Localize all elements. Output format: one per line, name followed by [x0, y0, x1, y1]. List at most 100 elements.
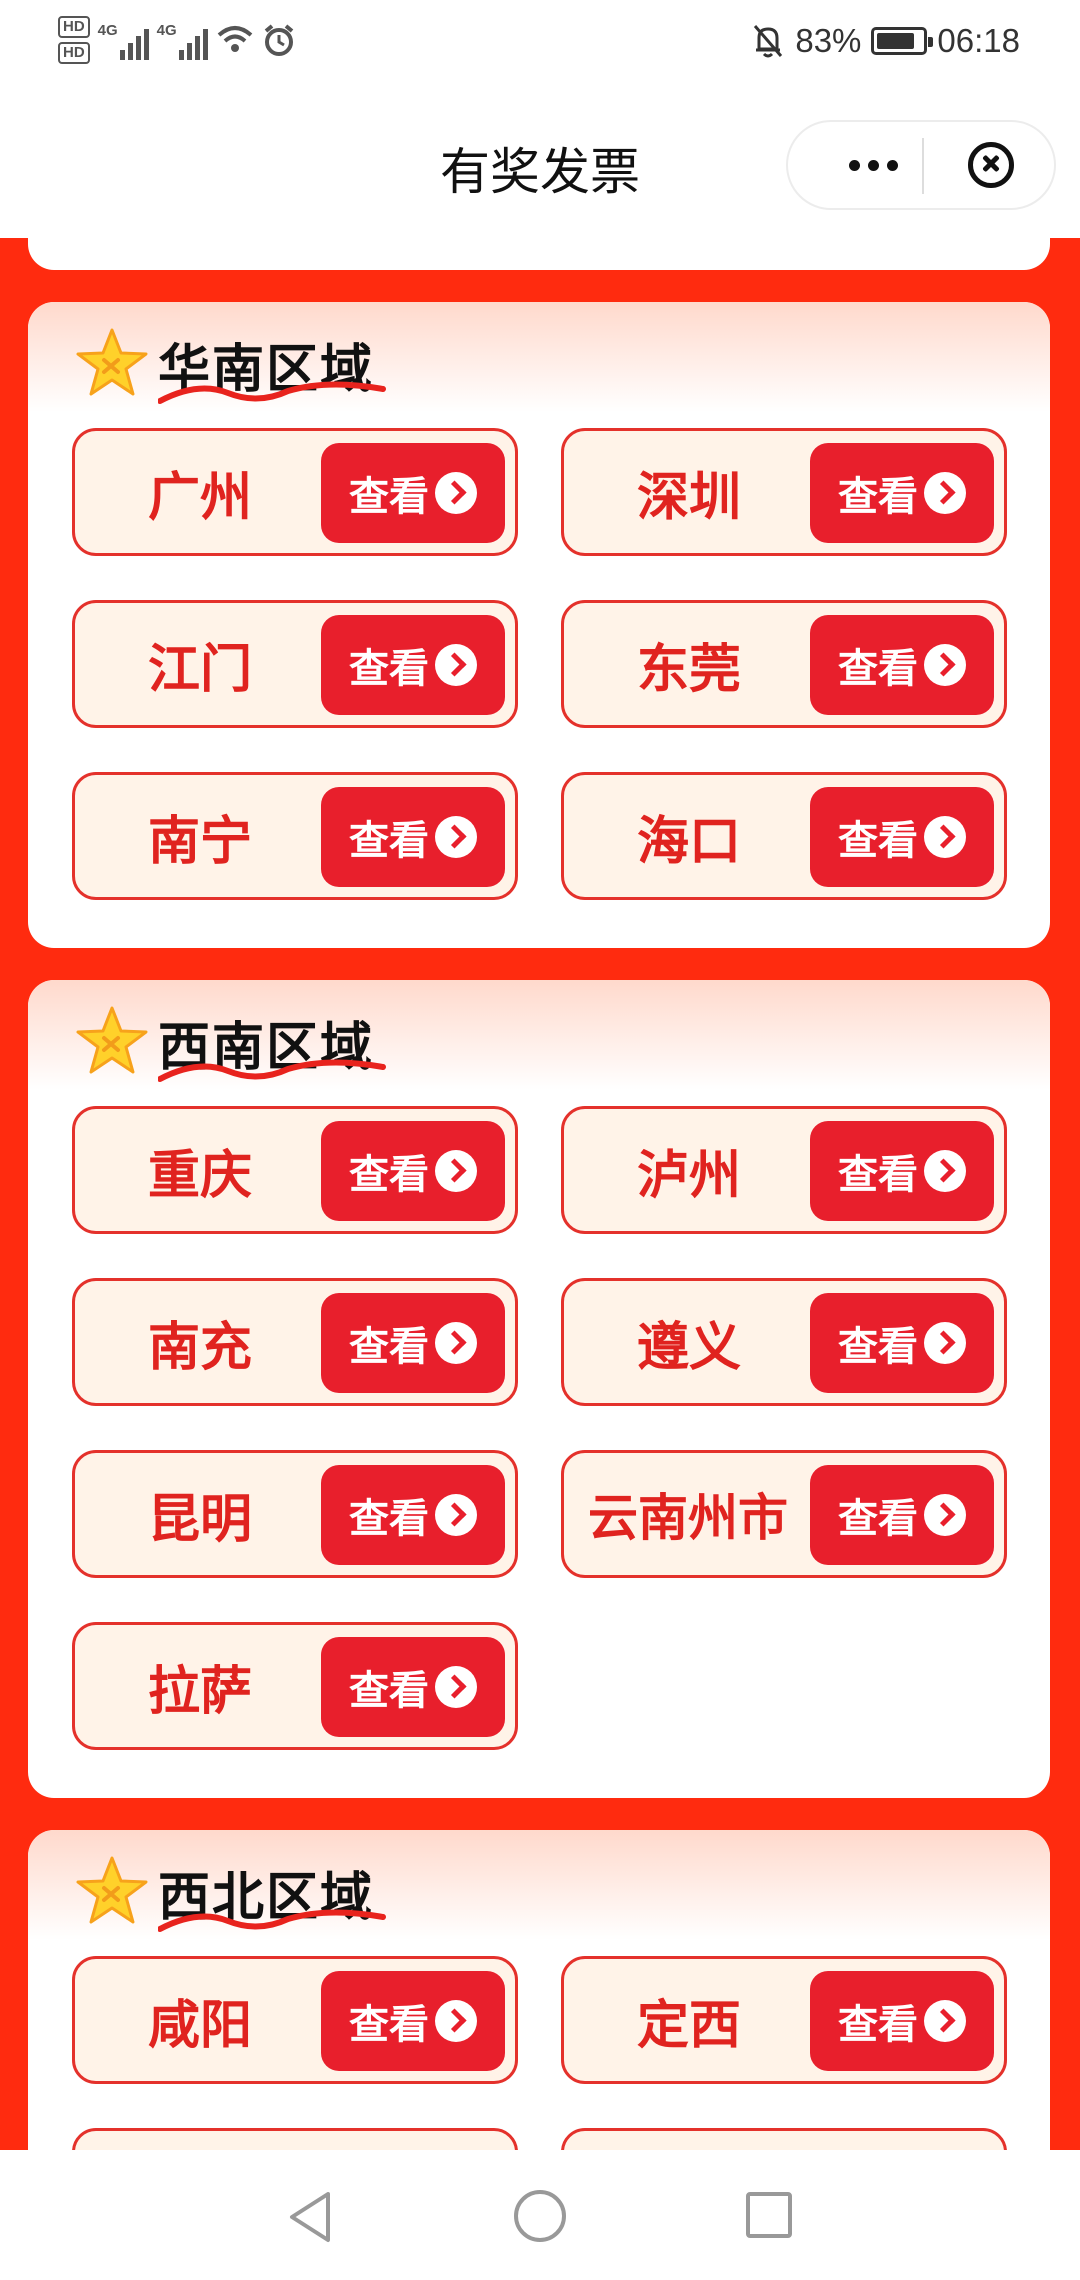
- view-button[interactable]: 查看: [321, 787, 505, 887]
- view-button[interactable]: 查看: [810, 443, 994, 543]
- city-name: 昆明: [147, 1490, 252, 1549]
- star-icon: [76, 1006, 148, 1074]
- more-dot-icon: [848, 159, 860, 171]
- city-card-nanning[interactable]: 南宁 查看: [72, 772, 518, 900]
- star-icon: [76, 328, 148, 396]
- back-icon[interactable]: [286, 2190, 334, 2244]
- home-icon[interactable]: [514, 2190, 566, 2242]
- city-name: 重庆: [147, 1146, 252, 1205]
- city-card-haikou[interactable]: 海口 查看: [561, 772, 1007, 900]
- hd-badge-2: HD: [58, 42, 90, 64]
- city-name: 海口: [636, 812, 741, 871]
- city-name: 泸州: [636, 1146, 741, 1205]
- chevron-right-icon: [924, 1494, 966, 1536]
- close-icon[interactable]: [968, 142, 1014, 188]
- city-card-guangzhou[interactable]: 广州 查看: [72, 428, 518, 556]
- more-dot-icon: [886, 159, 898, 171]
- status-bar-right: 83% 06:18: [751, 22, 1020, 60]
- recent-apps-icon[interactable]: [746, 2192, 792, 2238]
- view-button[interactable]: 查看: [810, 1293, 994, 1393]
- view-button[interactable]: 查看: [321, 615, 505, 715]
- region-section-south-china: 华南区域 广州 查看 深圳 查看 江门 查看 东莞 查看 南宁 查看 海口 查看: [28, 302, 1050, 948]
- city-card-lhasa[interactable]: 拉萨 查看: [72, 1622, 518, 1750]
- city-card-dongguan[interactable]: 东莞 查看: [561, 600, 1007, 728]
- chevron-right-icon: [924, 644, 966, 686]
- view-button[interactable]: 查看: [810, 615, 994, 715]
- cell-signal-icon-2: 4G: [157, 20, 208, 60]
- city-card-shenzhen[interactable]: 深圳 查看: [561, 428, 1007, 556]
- view-button-label: 查看: [838, 2003, 918, 2047]
- city-card-chongqing[interactable]: 重庆 查看: [72, 1106, 518, 1234]
- view-button-label: 查看: [349, 2003, 429, 2047]
- system-navigation-bar: [0, 2150, 1080, 2280]
- wifi-icon: [217, 26, 252, 52]
- city-name: 东莞: [636, 640, 741, 699]
- chevron-right-icon: [435, 816, 477, 858]
- view-button[interactable]: 查看: [810, 1465, 994, 1565]
- network-type-2: 4G: [156, 22, 177, 39]
- view-button-label: 查看: [349, 1325, 429, 1369]
- view-button-label: 查看: [349, 1669, 429, 1713]
- star-icon: [76, 1856, 148, 1924]
- network-type-1: 4G: [97, 22, 118, 39]
- more-menu-button[interactable]: [828, 122, 918, 208]
- city-card-kunming[interactable]: 昆明 查看: [72, 1450, 518, 1578]
- view-button-label: 查看: [349, 1497, 429, 1541]
- hd-indicators: HD HD: [58, 16, 90, 64]
- battery-fill: [877, 33, 914, 49]
- view-button[interactable]: 查看: [321, 1121, 505, 1221]
- region-header: 西南区域: [72, 1002, 386, 1082]
- battery-icon: [871, 27, 934, 55]
- city-card-dingxi[interactable]: 定西 查看: [561, 1956, 1007, 2084]
- chevron-right-icon: [435, 1150, 477, 1192]
- city-card-partial[interactable]: [72, 2128, 518, 2150]
- status-bar-left: HD HD 4G 4G: [58, 16, 296, 64]
- view-button-label: 查看: [838, 1497, 918, 1541]
- mute-bell-icon: [754, 25, 783, 58]
- chevron-right-icon: [435, 644, 477, 686]
- title-bar: 有奖发票: [0, 92, 1080, 238]
- view-button[interactable]: 查看: [321, 1971, 505, 2071]
- clock: 06:18: [937, 22, 1020, 59]
- view-button[interactable]: 查看: [810, 1971, 994, 2071]
- status-bar: HD HD 4G 4G 83% 06:18: [0, 0, 1080, 92]
- chevron-right-icon: [924, 472, 966, 514]
- city-card-luzhou[interactable]: 泸州 查看: [561, 1106, 1007, 1234]
- view-button-label: 查看: [838, 1153, 918, 1197]
- title-underline-swoosh: [158, 1909, 386, 1932]
- view-button[interactable]: 查看: [321, 1637, 505, 1737]
- city-card-nanchong[interactable]: 南充 查看: [72, 1278, 518, 1406]
- city-card-jiangmen[interactable]: 江门 查看: [72, 600, 518, 728]
- view-button[interactable]: 查看: [321, 1465, 505, 1565]
- view-button[interactable]: 查看: [321, 1293, 505, 1393]
- hd-badge-1: HD: [58, 16, 90, 38]
- city-card-zunyi[interactable]: 遵义 查看: [561, 1278, 1007, 1406]
- city-name: 深圳: [636, 468, 741, 527]
- view-button[interactable]: 查看: [321, 443, 505, 543]
- city-name: 广州: [147, 468, 252, 527]
- alarm-icon: [264, 24, 293, 56]
- city-name: 咸阳: [147, 1996, 252, 2055]
- city-name: 江门: [147, 640, 252, 699]
- city-name: 南充: [147, 1318, 252, 1377]
- region-header: 西北区域: [72, 1852, 386, 1932]
- city-name: 云南州市: [588, 1490, 788, 1546]
- chevron-right-icon: [435, 1494, 477, 1536]
- mini-program-capsule: [786, 120, 1056, 210]
- view-button-label: 查看: [349, 475, 429, 519]
- city-name: 拉萨: [147, 1662, 252, 1721]
- chevron-right-icon: [435, 1322, 477, 1364]
- chevron-right-icon: [924, 1322, 966, 1364]
- main-content[interactable]: 华南区域 广州 查看 深圳 查看 江门 查看 东莞 查看 南宁 查看 海口 查看…: [0, 238, 1080, 2150]
- city-card-partial[interactable]: [561, 2128, 1007, 2150]
- region-section-northwest: 西北区域 咸阳 查看 定西 查看: [28, 1830, 1050, 2150]
- view-button[interactable]: 查看: [810, 1121, 994, 1221]
- city-card-yunnan-prefectures[interactable]: 云南州市 查看: [561, 1450, 1007, 1578]
- city-card-xianyang[interactable]: 咸阳 查看: [72, 1956, 518, 2084]
- view-button[interactable]: 查看: [810, 787, 994, 887]
- view-button-label: 查看: [838, 1325, 918, 1369]
- chevron-right-icon: [924, 816, 966, 858]
- previous-section-card: [28, 238, 1050, 270]
- title-underline-swoosh: [158, 1059, 386, 1082]
- chevron-right-icon: [435, 2000, 477, 2042]
